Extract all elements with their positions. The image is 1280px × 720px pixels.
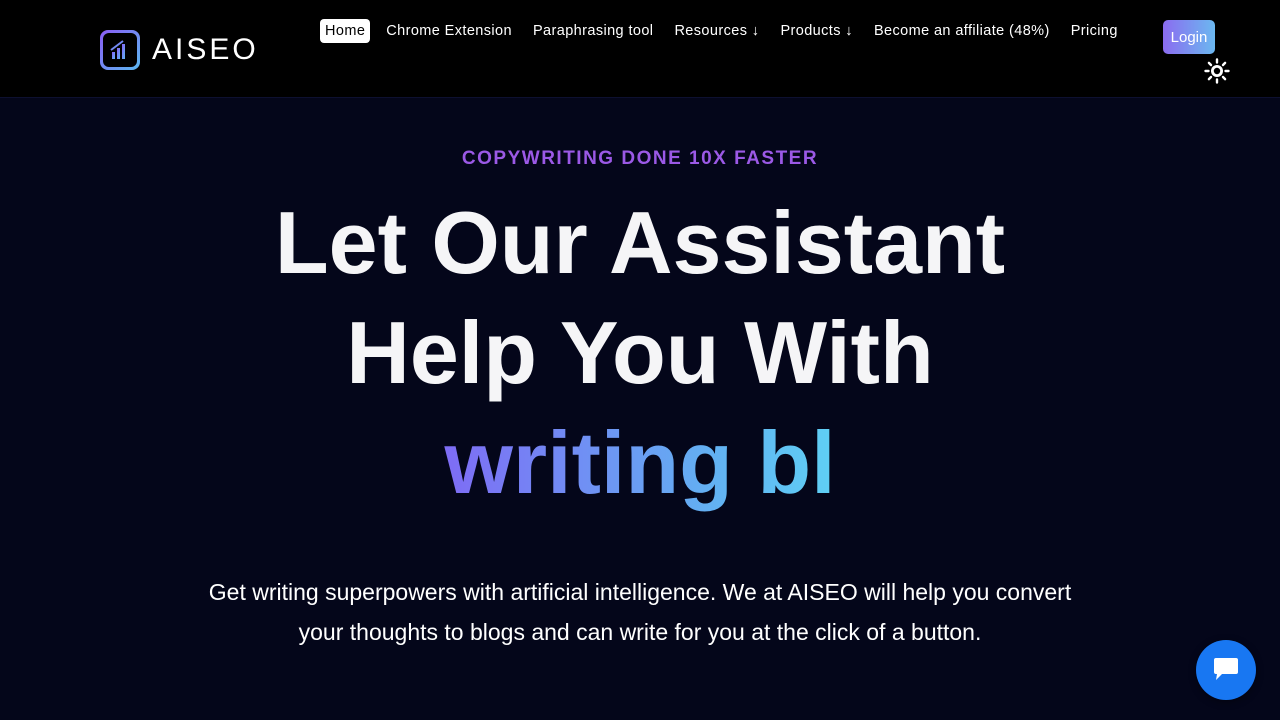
main-nav: Home Chrome Extension Paraphrasing tool …: [320, 18, 1134, 44]
nav-products-dropdown[interactable]: Products ↓: [775, 19, 858, 43]
nav-chrome-extension[interactable]: Chrome Extension: [381, 19, 517, 43]
nav-home[interactable]: Home: [320, 19, 371, 43]
login-button[interactable]: Login: [1163, 20, 1215, 54]
nav-paraphrasing-tool[interactable]: Paraphrasing tool: [528, 19, 658, 43]
site-header: AISEO Home Chrome Extension Paraphrasing…: [0, 0, 1280, 98]
hero-eyebrow: COPYWRITING DONE 10X FASTER: [461, 148, 819, 169]
aiseo-logo[interactable]: AISEO: [100, 30, 259, 70]
headline-line-2: Help You With: [346, 303, 934, 402]
typed-text: writing bl: [444, 413, 836, 512]
logo-chart-icon: [100, 30, 140, 70]
nav-resources-dropdown[interactable]: Resources ↓: [669, 19, 764, 43]
chat-bubble-icon: [1214, 658, 1238, 680]
hero-subtitle: Get writing superpowers with artificial …: [208, 579, 1072, 645]
headline-line-1: Let Our Assistant: [274, 193, 1006, 292]
hero-headline: Let Our Assistant Help You With: [0, 188, 1280, 408]
typed-text-wrapper: writing bl: [0, 408, 1280, 518]
nav-pricing[interactable]: Pricing: [1066, 19, 1123, 43]
logo-text: AISEO: [152, 33, 259, 66]
sun-icon[interactable]: [1204, 58, 1230, 84]
chat-button[interactable]: [1196, 640, 1256, 700]
nav-become-affiliate[interactable]: Become an affiliate (48%): [869, 19, 1055, 43]
